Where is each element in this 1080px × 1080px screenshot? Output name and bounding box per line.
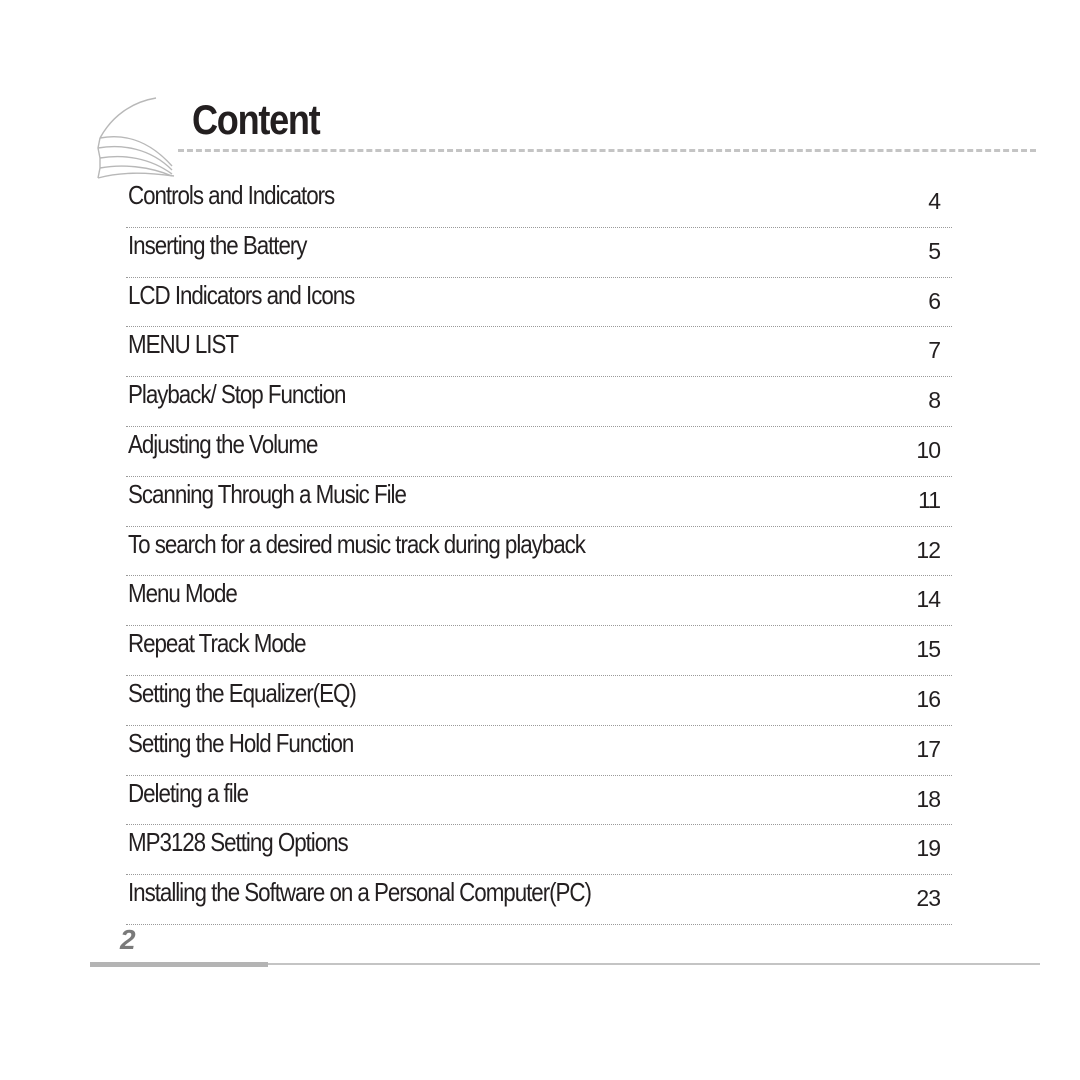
toc-entry[interactable]: MP3128 Setting Options 19	[126, 825, 952, 876]
toc-entry-title: Inserting the Battery	[128, 229, 307, 260]
toc-entry-title: Playback/ Stop Function	[128, 379, 346, 410]
toc-entry-title: Menu Mode	[128, 578, 238, 609]
toc-entry-title: Setting the Equalizer(EQ)	[128, 677, 357, 708]
footer-rule-accent	[90, 962, 268, 967]
page-title: Content	[192, 96, 321, 143]
table-of-contents: Controls and Indicators 4 Inserting the Ba…	[126, 178, 952, 925]
toc-entry-page: 12	[916, 536, 941, 563]
toc-entry-page: 6	[928, 287, 941, 314]
toc-entry[interactable]: Setting the Hold Function 17	[126, 726, 952, 776]
toc-entry[interactable]: MENU LIST 7	[126, 327, 952, 378]
footer-rule	[268, 963, 1040, 965]
toc-entry[interactable]: Playback/ Stop Function 8	[126, 377, 952, 427]
toc-entry-page: 4	[928, 188, 941, 214]
toc-entry-page: 11	[918, 486, 941, 513]
toc-entry-title: Scanning Through a Music File	[128, 478, 407, 509]
toc-entry-title: MP3128 Setting Options	[128, 827, 349, 858]
toc-entry[interactable]: Menu Mode 14	[126, 576, 952, 627]
toc-entry[interactable]: To search for a desired music track duri…	[126, 527, 952, 577]
toc-entry[interactable]: Repeat Track Mode 15	[126, 626, 952, 676]
toc-entry-title: Adjusting the Volume	[128, 428, 318, 459]
toc-entry[interactable]: LCD Indicators and Icons 6	[126, 278, 952, 328]
toc-entry[interactable]: Scanning Through a Music File 11	[126, 477, 952, 527]
page-number: 2	[120, 924, 136, 955]
toc-entry[interactable]: Deleting a file 18	[126, 776, 952, 826]
toc-entry-page: 17	[916, 735, 941, 762]
toc-entry-page: 7	[928, 337, 941, 364]
toc-entry-page: 23	[916, 885, 941, 912]
toc-entry-title: Controls and Indicators	[128, 180, 335, 210]
toc-entry-page: 15	[916, 636, 941, 663]
toc-entry-page: 10	[916, 436, 941, 463]
toc-entry-title: MENU LIST	[128, 329, 239, 360]
toc-entry-page: 5	[928, 237, 941, 264]
toc-entry-title: Setting the Hold Function	[128, 727, 354, 758]
toc-entry-title: Installing the Software on a Personal Co…	[128, 877, 592, 908]
toc-entry-title: To search for a desired music track duri…	[128, 528, 586, 559]
toc-entry[interactable]: Controls and Indicators 4	[126, 178, 952, 228]
toc-entry-page: 14	[916, 586, 941, 613]
toc-entry-page: 19	[916, 835, 941, 862]
toc-entry[interactable]: Installing the Software on a Personal Co…	[126, 875, 952, 925]
toc-entry-page: 8	[928, 387, 941, 414]
toc-entry-page: 18	[916, 785, 941, 812]
toc-entry-title: Deleting a file	[128, 777, 249, 808]
toc-entry[interactable]: Adjusting the Volume 10	[126, 427, 952, 477]
toc-entry-title: Repeat Track Mode	[128, 628, 307, 659]
toc-entry[interactable]: Inserting the Battery 5	[126, 228, 952, 278]
title-dashed-divider	[178, 149, 1036, 152]
toc-entry[interactable]: Setting the Equalizer(EQ) 16	[126, 676, 952, 726]
toc-entry-title: LCD Indicators and Icons	[128, 279, 355, 310]
curved-lines-logo-icon	[97, 97, 175, 179]
toc-entry-page: 16	[916, 685, 941, 712]
